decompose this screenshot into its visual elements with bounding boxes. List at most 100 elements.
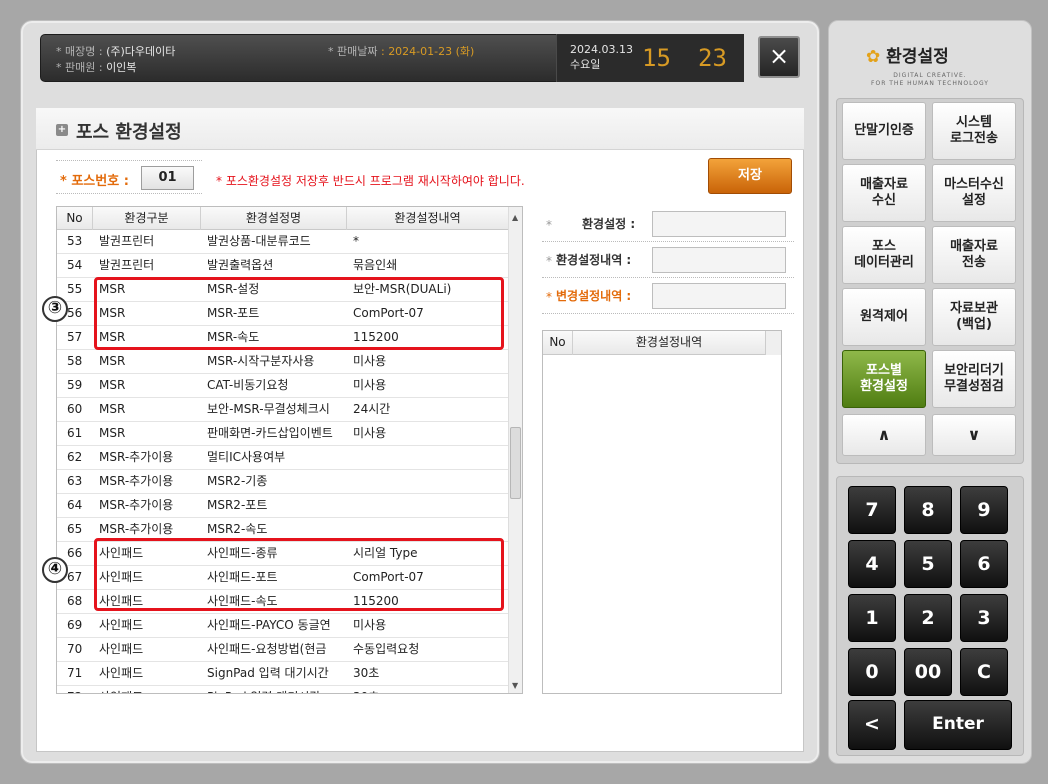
keypad-key[interactable]: C: [960, 648, 1008, 696]
content-field[interactable]: [652, 247, 786, 273]
table-row[interactable]: 69 사인패드 사인패드-PAYCO 동글연 미사용: [57, 614, 508, 638]
keypad-key[interactable]: 7: [848, 486, 896, 534]
annotation-4: ④: [42, 557, 68, 583]
save-button[interactable]: 저장: [708, 158, 792, 194]
table-row[interactable]: 59 MSR CAT-비동기요청 미사용: [57, 374, 508, 398]
pos-data-manage-button[interactable]: 포스 데이터관리: [842, 226, 926, 284]
panel-title: 포스 환경설정: [76, 122, 182, 143]
keypad-key[interactable]: 00: [904, 648, 952, 696]
scroll-down-icon[interactable]: ▼: [512, 681, 518, 690]
detail-col-content: 환경설정내역: [635, 335, 703, 349]
cell-setting-name: MSR-시작구분자사용: [207, 354, 315, 368]
pos-number-label: * 포스번호 :: [60, 174, 129, 189]
change-field[interactable]: [652, 283, 786, 309]
content-label: 환경설정내역 :: [556, 253, 632, 267]
sales-receive-button[interactable]: 매출자료 수신: [842, 164, 926, 222]
cell-setting-value: *: [353, 234, 359, 248]
bullet: *: [546, 218, 552, 232]
keypad-key[interactable]: 9: [960, 486, 1008, 534]
cell-category: MSR-추가이용: [99, 498, 174, 512]
cell-no: 57: [67, 330, 83, 344]
table-row[interactable]: 70 사인패드 사인패드-요청방법(현금 수동입력요청: [57, 638, 508, 662]
cell-setting-name: 보안-MSR-무결성체크시: [207, 402, 330, 416]
table-row[interactable]: 62 MSR-추가이용 멀티IC사용여부: [57, 446, 508, 470]
table-row[interactable]: 54 발권프린터 발권출력옵션 묶음인쇄: [57, 254, 508, 278]
cell-category: MSR-추가이용: [99, 474, 174, 488]
remote-control-button[interactable]: 원격제어: [842, 288, 926, 346]
table-row[interactable]: 64 MSR-추가이용 MSR2-포트: [57, 494, 508, 518]
down-button[interactable]: ∨: [932, 414, 1016, 456]
clock-hour: 15: [642, 44, 671, 72]
cell-category: MSR: [99, 378, 126, 392]
cell-no: 70: [67, 642, 83, 656]
close-button[interactable]: ×: [758, 36, 800, 78]
table-row[interactable]: 63 MSR-추가이용 MSR2-기종: [57, 470, 508, 494]
terminal-auth-button[interactable]: 단말기인증: [842, 102, 926, 160]
keypad-key[interactable]: 4: [848, 540, 896, 588]
cell-no: 59: [67, 378, 83, 392]
col-no: No: [57, 207, 93, 230]
master-receive-setting-button[interactable]: 마스터수신 설정: [932, 164, 1016, 222]
cell-category: 사인패드: [99, 642, 144, 656]
data-backup-button[interactable]: 자료보관 (백업): [932, 288, 1016, 346]
cell-no: 54: [67, 258, 83, 272]
table-header: No 환경구분 환경설정명 환경설정내역: [57, 207, 508, 230]
cell-setting-value: [347, 446, 508, 469]
table-row[interactable]: 72사인패드PinPad 입력 대기시간30초: [57, 686, 508, 693]
cell-category: MSR: [99, 426, 126, 440]
highlight-msr-group: [94, 277, 504, 350]
cell-no: 53: [67, 234, 83, 248]
table-row[interactable]: 60 MSR 보안-MSR-무결성체크시 24시간: [57, 398, 508, 422]
setting-field[interactable]: [652, 211, 786, 237]
cell-no: 65: [67, 522, 83, 536]
cell-no: 68: [67, 594, 83, 608]
cashier-label: * 판매원: [56, 61, 96, 74]
cell-no: 62: [67, 450, 83, 464]
cell-setting-name: SignPad 입력 대기시간: [207, 666, 329, 680]
keypad-key[interactable]: 2: [904, 594, 952, 642]
up-button[interactable]: ∧: [842, 414, 926, 456]
keypad-key[interactable]: 5: [904, 540, 952, 588]
table-row[interactable]: 61 MSR 판매화면-카드삽입이벤트 미사용: [57, 422, 508, 446]
cell-setting-value: 미사용: [353, 426, 387, 440]
cell-setting-value: 미사용: [353, 378, 387, 392]
table-row[interactable]: 71 사인패드 SignPad 입력 대기시간 30초: [57, 662, 508, 686]
cell-setting-name: 사인패드-PAYCO 동글연: [207, 618, 331, 632]
gear-icon: ✿: [866, 47, 881, 67]
setting-label: 환경설정 :: [582, 217, 636, 231]
sales-send-button[interactable]: 매출자료 전송: [932, 226, 1016, 284]
chevron-down-icon: ∨: [967, 425, 981, 444]
cell-setting-name: MSR2-포트: [207, 498, 268, 512]
sidebar-title: 환경설정: [886, 47, 949, 67]
pos-env-setting-button[interactable]: 포스별 환경설정: [842, 350, 926, 408]
keypad-key[interactable]: 1: [848, 594, 896, 642]
keypad-key[interactable]: 3: [960, 594, 1008, 642]
back-key[interactable]: <: [848, 700, 896, 750]
reader-integrity-check-button[interactable]: 보안리더기 무결성점검: [932, 350, 1016, 408]
cell-no: 58: [67, 354, 83, 368]
table-row[interactable]: 53 발권프린터 발권상품-대분류코드 *: [57, 230, 508, 254]
system-log-send-button[interactable]: 시스템 로그전송: [932, 102, 1016, 160]
keypad-key[interactable]: 0: [848, 648, 896, 696]
cell-category: MSR-추가이용: [99, 450, 174, 464]
date-display: 2024.03.13 수요일: [570, 42, 633, 72]
table-row[interactable]: 58 MSR MSR-시작구분자사용 미사용: [57, 350, 508, 374]
scroll-up-icon[interactable]: ▲: [512, 213, 518, 222]
cell-category: 사인패드: [93, 686, 201, 693]
annotation-3: ③: [42, 296, 68, 322]
cell-setting-value: [347, 470, 508, 493]
bullet: *: [546, 290, 552, 304]
cell-setting-value: 30초: [347, 686, 508, 693]
cell-category: MSR: [99, 354, 126, 368]
scroll-thumb[interactable]: [510, 427, 521, 499]
keypad-key[interactable]: 8: [904, 486, 952, 534]
cell-setting-name: CAT-비동기요청: [207, 378, 289, 392]
restart-notice: * 포스환경설정 저장후 반드시 프로그램 재시작하여야 합니다.: [216, 174, 525, 188]
table-scrollbar[interactable]: ▲ ▼: [508, 207, 522, 693]
enter-key[interactable]: Enter: [904, 700, 1012, 750]
chevron-up-icon: ∧: [877, 425, 891, 444]
cell-setting-value: 24시간: [353, 402, 391, 416]
keypad-key[interactable]: 6: [960, 540, 1008, 588]
bullet: *: [546, 254, 552, 268]
pos-number-field[interactable]: 01: [141, 166, 194, 190]
